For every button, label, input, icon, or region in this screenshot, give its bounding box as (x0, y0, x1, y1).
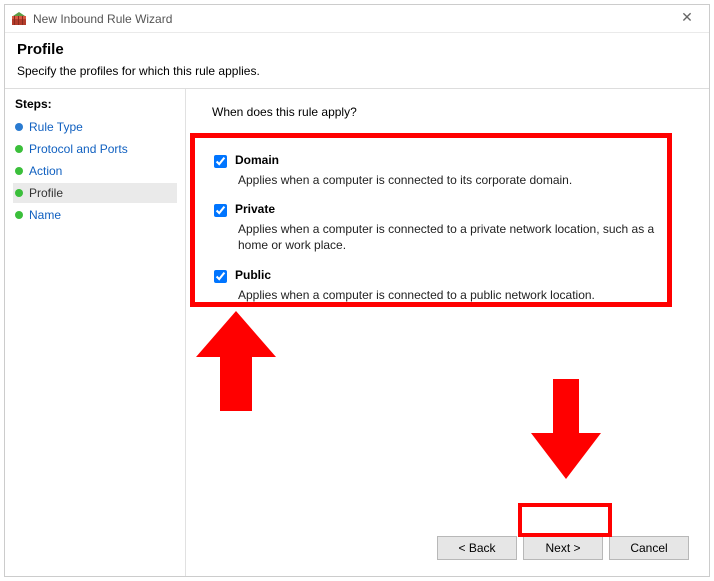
step-label: Rule Type (29, 120, 83, 134)
step-label: Protocol and Ports (29, 142, 128, 156)
profile-desc: Applies when a computer is connected to … (238, 172, 680, 188)
step-label: Action (29, 164, 62, 178)
page-subtitle: Specify the profiles for which this rule… (17, 64, 697, 78)
next-button[interactable]: Next > (523, 536, 603, 560)
step-item-protocol-and-ports[interactable]: Protocol and Ports (13, 139, 177, 159)
cancel-button[interactable]: Cancel (609, 536, 689, 560)
step-item-rule-type[interactable]: Rule Type (13, 117, 177, 137)
profile-title: Private (235, 202, 275, 216)
step-label: Profile (29, 186, 63, 200)
profile-checkbox-label[interactable]: Private (214, 202, 680, 217)
step-bullet-icon (15, 167, 23, 175)
annotation-box-next (518, 503, 612, 537)
profile-checkbox-private[interactable] (214, 204, 227, 217)
profile-desc: Applies when a computer is connected to … (238, 221, 680, 253)
content-panel: When does this rule apply? Domain Applies… (185, 89, 709, 576)
profile-checkbox-domain[interactable] (214, 155, 227, 168)
step-bullet-icon (15, 189, 23, 197)
profile-option-domain: Domain Applies when a computer is connect… (210, 149, 680, 188)
step-item-action[interactable]: Action (13, 161, 177, 181)
close-button[interactable]: ✕ (671, 9, 703, 29)
titlebar: New Inbound Rule Wizard ✕ (5, 5, 709, 33)
annotation-arrow-down (531, 379, 601, 479)
profile-desc: Applies when a computer is connected to … (238, 287, 680, 303)
window-title: New Inbound Rule Wizard (33, 12, 172, 26)
content-prompt: When does this rule apply? (212, 105, 689, 119)
firewall-icon (11, 11, 27, 27)
wizard-buttons: < Back Next > Cancel (210, 536, 689, 562)
steps-panel: Steps: Rule Type Protocol and Ports Action… (5, 89, 185, 576)
profile-option-private: Private Applies when a computer is connec… (210, 198, 680, 253)
profile-checkbox-label[interactable]: Domain (214, 153, 680, 168)
profile-title: Public (235, 268, 271, 282)
profile-title: Domain (235, 153, 279, 167)
profile-checkbox-public[interactable] (214, 270, 227, 283)
steps-heading: Steps: (15, 97, 177, 111)
step-bullet-icon (15, 145, 23, 153)
profile-option-public: Public Applies when a computer is connect… (210, 264, 680, 303)
back-button[interactable]: < Back (437, 536, 517, 560)
profile-checkbox-label[interactable]: Public (214, 268, 680, 283)
step-bullet-icon (15, 123, 23, 131)
annotation-arrow-up (196, 311, 276, 411)
step-label: Name (29, 208, 61, 222)
step-item-profile[interactable]: Profile (13, 183, 177, 203)
page-title: Profile (17, 41, 697, 58)
wizard-window: New Inbound Rule Wizard ✕ Profile Specif… (4, 4, 710, 577)
step-bullet-icon (15, 211, 23, 219)
step-item-name[interactable]: Name (13, 205, 177, 225)
header: Profile Specify the profiles for which t… (5, 33, 709, 88)
